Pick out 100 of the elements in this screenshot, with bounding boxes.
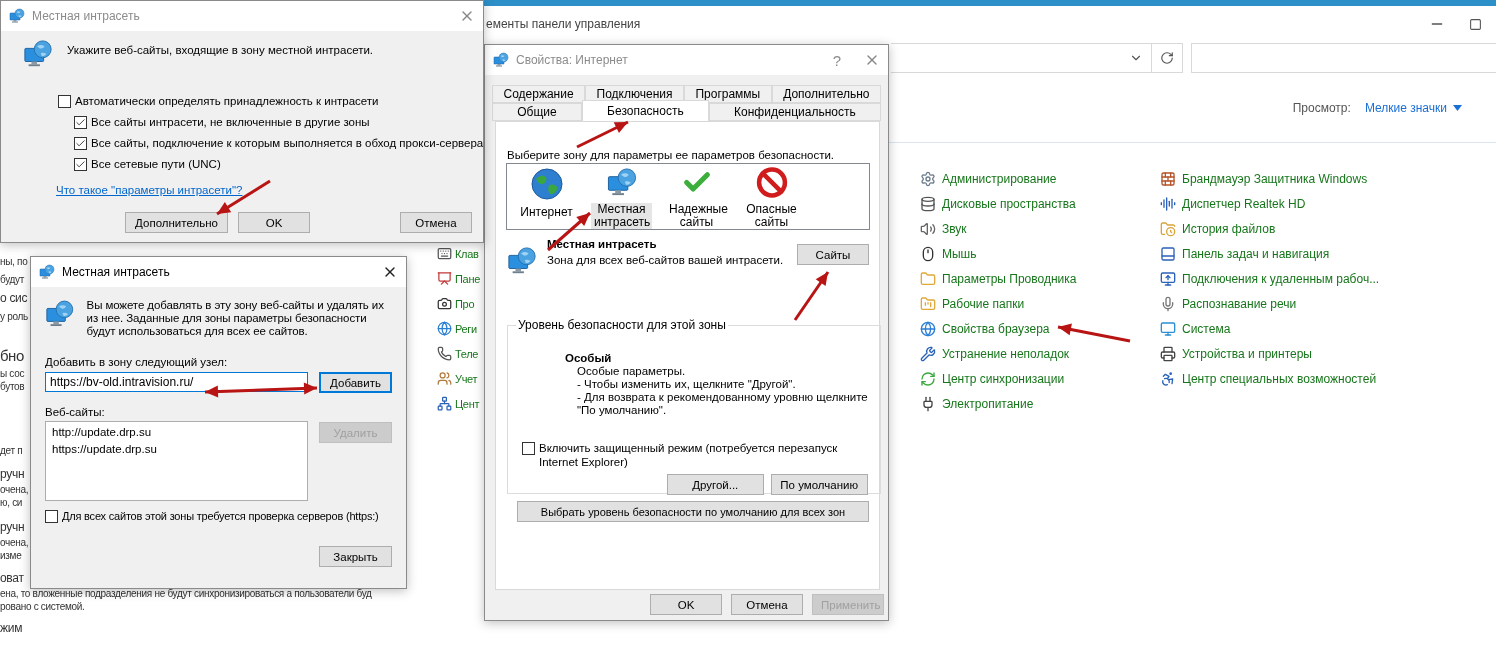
control-panel-item[interactable]: Учет xyxy=(437,366,478,391)
control-panel-item[interactable]: Устранение неполадок xyxy=(920,341,1070,366)
control-panel-item[interactable]: История файлов xyxy=(1160,216,1276,241)
checkbox-label: Все сайты интрасети, не включенные в другие зоны xyxy=(91,115,370,129)
microphone-icon xyxy=(1160,295,1176,312)
level-button[interactable]: По умолчанию xyxy=(770,474,868,495)
level-button[interactable]: Другой... xyxy=(666,474,764,495)
dialog-button[interactable]: Отмена xyxy=(731,594,803,615)
control-panel-item[interactable]: Центр синхронизации xyxy=(920,366,1065,391)
checkbox[interactable] xyxy=(74,158,87,171)
field-label: Веб-сайты: xyxy=(45,406,106,418)
control-panel-item[interactable]: Звук xyxy=(920,216,967,241)
keyboard-icon xyxy=(437,246,452,261)
refresh-icon[interactable] xyxy=(1160,51,1174,65)
control-panel-item[interactable]: Брандмауэр Защитника Windows xyxy=(1160,166,1368,191)
control-panel-item[interactable]: Электропитание xyxy=(920,391,1034,416)
control-panel-item[interactable]: Теле xyxy=(437,341,479,366)
site-list[interactable]: http://update.drp.su https://update.drp.su xyxy=(45,421,308,501)
dialog-button[interactable]: OK xyxy=(238,212,310,233)
control-panel-item[interactable]: Клав xyxy=(437,241,479,266)
control-panel-item[interactable]: Свойства браузера xyxy=(920,316,1050,341)
background-text: очена, xyxy=(0,483,29,496)
tab[interactable]: Содержание xyxy=(492,85,586,103)
tab[interactable]: Общие xyxy=(492,103,582,121)
disk-stack-icon xyxy=(920,195,936,212)
background-text: изме xyxy=(0,549,22,562)
control-panel-item[interactable]: Про xyxy=(437,291,475,316)
background-text: у роль xyxy=(0,310,28,323)
add-button[interactable]: Добавить xyxy=(319,372,392,393)
url-input-field[interactable]: https://bv-old.intravision.ru/ xyxy=(45,372,308,392)
checkbox[interactable] xyxy=(74,137,87,150)
control-panel-item[interactable]: Подключения к удаленным рабоч... xyxy=(1160,266,1380,291)
address-field[interactable] xyxy=(891,43,1183,73)
site-item[interactable]: https://update.drp.su xyxy=(52,441,301,458)
window-title: ементы панели управления xyxy=(486,17,642,31)
globe-monitor-icon xyxy=(39,264,55,280)
checkbox[interactable] xyxy=(522,442,535,455)
sites-button[interactable]: Сайты xyxy=(797,244,869,265)
control-panel-item[interactable]: Рабочие папки xyxy=(920,291,1025,316)
site-item[interactable]: http://update.drp.su xyxy=(52,424,301,441)
control-panel-item[interactable]: Диспетчер Realtek HD xyxy=(1160,191,1306,216)
help-button[interactable]: ? xyxy=(817,51,857,69)
window-title: Местная интрасеть xyxy=(62,265,171,279)
dialog-button[interactable]: OK xyxy=(650,594,722,615)
dialog-button[interactable]: Отмена xyxy=(400,212,472,233)
control-panel-item[interactable]: Панель задач и навигация xyxy=(1160,241,1330,266)
zone-item[interactable]: Опасные сайты xyxy=(734,167,809,229)
control-panel-item[interactable]: Пане xyxy=(437,266,481,291)
tab[interactable]: Дополнительно xyxy=(771,85,881,103)
folder-clock-icon xyxy=(1160,220,1176,237)
maximize-icon[interactable] xyxy=(1469,17,1482,31)
globe-monitor-icon xyxy=(45,299,75,329)
control-panel-item[interactable]: Цент xyxy=(437,391,480,416)
gear-icon xyxy=(920,170,936,187)
view-dropdown[interactable]: Мелкие значки xyxy=(1364,100,1462,115)
reset-all-button[interactable]: Выбрать уровень безопасности по умолчанию для всех зон xyxy=(517,501,869,522)
background-text: о сис xyxy=(0,290,28,307)
control-panel-item[interactable]: Дисковые пространства xyxy=(920,191,1076,216)
globe-monitor-icon xyxy=(493,52,509,68)
dialog-description: Вы можете добавлять в эту зону веб-сайты и удалять их из нее. Заданные для зоны параметры безопасности будут использоваться для всех ее сайтов. xyxy=(86,299,385,338)
folder-icon xyxy=(920,270,936,287)
checkbox[interactable] xyxy=(74,116,87,129)
zone-item[interactable]: Местная интрасеть xyxy=(584,167,659,229)
checkbox-label: Все сетевые пути (UNC) xyxy=(91,157,221,171)
checkbox[interactable] xyxy=(58,95,71,108)
dialog-button[interactable]: Дополнительно xyxy=(125,212,228,233)
level-description: Особые параметры. xyxy=(577,365,687,378)
background-text: ы сос xyxy=(0,367,25,380)
taskbar-icon xyxy=(1160,245,1176,262)
control-panel-item[interactable]: Мышь xyxy=(920,241,977,266)
checkbox-label: Автоматически определять принадлежность к интрасети xyxy=(75,94,379,108)
tab[interactable]: Конфиденциальность xyxy=(708,103,881,121)
control-panel-item[interactable]: Администрирование xyxy=(920,166,1057,191)
globe-icon xyxy=(920,320,936,337)
phone-icon xyxy=(437,346,452,361)
annotation-arrow xyxy=(793,271,830,321)
control-panel-item[interactable]: Устройства и принтеры xyxy=(1160,341,1312,366)
control-panel-item[interactable]: Реги xyxy=(437,316,477,341)
control-panel-item[interactable]: Распознавание речи xyxy=(1160,291,1297,316)
printer-icon xyxy=(1160,345,1176,362)
checkbox-label: Все сайты, подключение к которым выполняется в обход прокси-сервера xyxy=(91,136,484,150)
help-link[interactable]: Что такое "параметры интрасети"? xyxy=(56,184,243,196)
control-panel-item[interactable]: Параметры Проводника xyxy=(920,266,1077,291)
speaker-icon xyxy=(920,220,936,237)
control-panel-item[interactable]: Центр специальных возможностей xyxy=(1160,366,1377,391)
window-title: Свойства: Интернет xyxy=(516,53,629,67)
search-field[interactable] xyxy=(1191,43,1496,73)
tab[interactable]: Программы xyxy=(683,85,772,103)
checkbox[interactable] xyxy=(45,510,58,523)
background-text: ена, то вложенные подразделения не будут синхронизироваться а пользователи буд xyxy=(0,587,372,600)
zone-item[interactable]: Надежные сайты xyxy=(659,167,734,229)
tab[interactable]: Безопасность xyxy=(581,100,709,121)
background-text: ручн xyxy=(0,466,25,483)
zone-item[interactable]: Интернет xyxy=(509,167,584,229)
control-panel-item[interactable]: Система xyxy=(1160,316,1231,341)
view-label: Просмотр: xyxy=(1292,100,1351,115)
window-title: Местная интрасеть xyxy=(32,9,141,23)
background-text: бно xyxy=(0,346,24,366)
users-icon xyxy=(437,371,452,386)
close-button[interactable]: Закрыть xyxy=(319,546,392,567)
